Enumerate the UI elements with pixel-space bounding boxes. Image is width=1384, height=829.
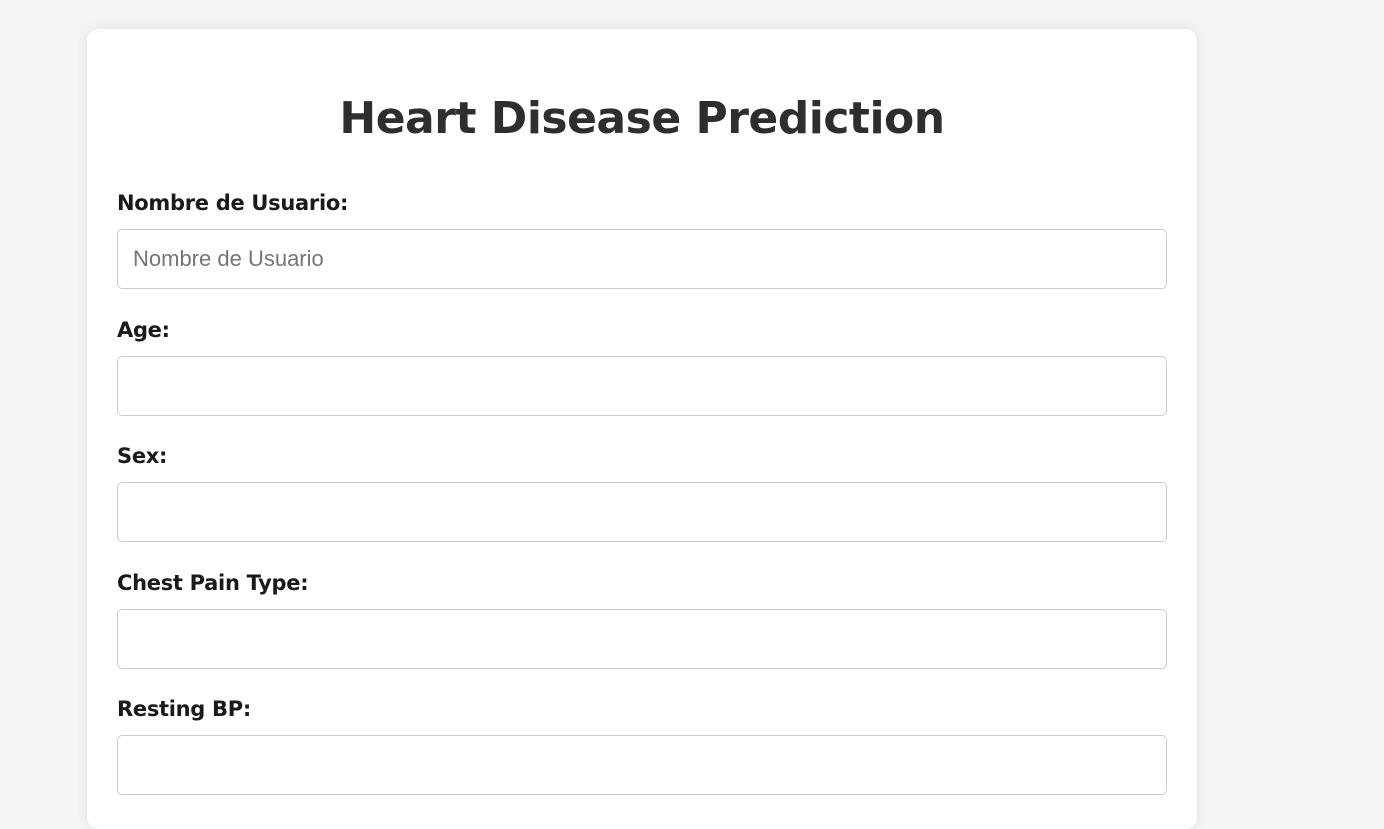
chest-pain-type-input[interactable]: [117, 609, 1167, 669]
page-title: Heart Disease Prediction: [339, 93, 945, 144]
field-age: Age:: [117, 316, 1167, 416]
field-username: Nombre de Usuario:: [117, 189, 1167, 289]
username-input[interactable]: [117, 229, 1167, 289]
sex-input[interactable]: [117, 482, 1167, 542]
field-sex: Sex:: [117, 442, 1167, 542]
field-resting-bp: Resting BP:: [117, 695, 1167, 795]
sex-label: Sex:: [117, 444, 168, 468]
age-label: Age:: [117, 318, 170, 342]
field-chest-pain-type: Chest Pain Type:: [117, 569, 1167, 669]
age-input[interactable]: [117, 356, 1167, 416]
chest-pain-type-label: Chest Pain Type:: [117, 571, 309, 595]
resting-bp-input[interactable]: [117, 735, 1167, 795]
resting-bp-label: Resting BP:: [117, 697, 251, 721]
form-card: Heart Disease Prediction Nombre de Usuar…: [87, 29, 1197, 829]
username-label: Nombre de Usuario:: [117, 191, 349, 215]
